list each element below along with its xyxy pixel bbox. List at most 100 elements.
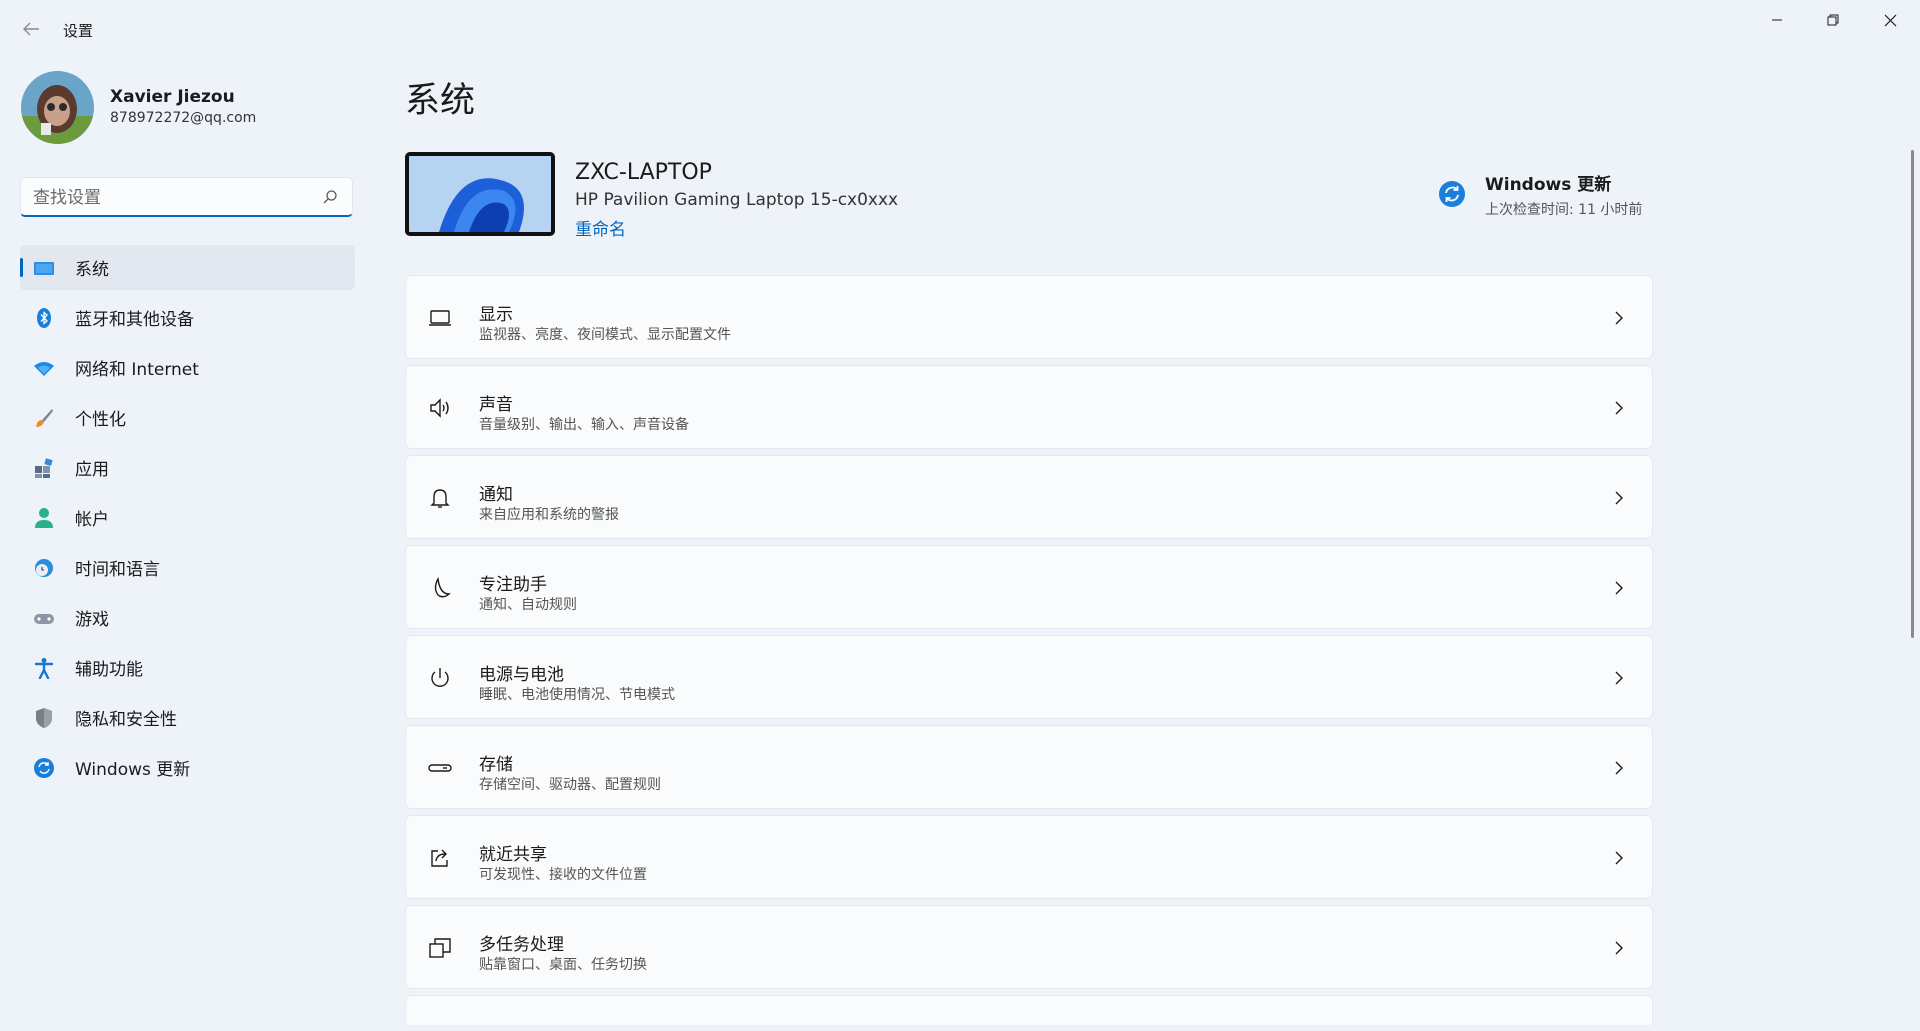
close-icon — [1884, 14, 1896, 26]
sidebar-item-windows-update[interactable]: Windows 更新 — [20, 745, 355, 790]
settings-card-storage[interactable]: 存储 存储空间、驱动器、配置规则 — [405, 725, 1653, 809]
sidebar-item-label: 帐户 — [75, 510, 109, 530]
sidebar-item-label: 时间和语言 — [75, 560, 160, 580]
bell-icon — [430, 489, 450, 508]
settings-card-display[interactable]: 显示 监视器、亮度、夜间模式、显示配置文件 — [405, 275, 1653, 359]
chevron-right-icon — [1615, 671, 1623, 685]
storage-icon — [428, 764, 452, 772]
device-name: ZXC-LAPTOP — [575, 160, 712, 185]
card-subtitle: 睡眠、电池使用情况、节电模式 — [479, 687, 675, 703]
settings-card-multitasking[interactable]: 多任务处理 贴靠窗口、桌面、任务切换 — [405, 905, 1653, 989]
settings-card-focus-assist[interactable]: 专注助手 通知、自动规则 — [405, 545, 1653, 629]
sidebar-item-label: 系统 — [75, 260, 109, 280]
windows-update-icon[interactable] — [1438, 180, 1466, 208]
sidebar-nav: 系统 蓝牙和其他设备 网络和 Internet 个性化 应用 帐户 时间和语言 … — [20, 245, 355, 795]
shield-icon — [33, 707, 55, 729]
sidebar-item-time-language[interactable]: 时间和语言 — [20, 545, 355, 590]
person-icon — [33, 507, 55, 529]
settings-card-power-battery[interactable]: 电源与电池 睡眠、电池使用情况、节电模式 — [405, 635, 1653, 719]
bluetooth-icon — [33, 307, 55, 329]
sync-icon — [33, 757, 55, 779]
sidebar-item-accounts[interactable]: 帐户 — [20, 495, 355, 540]
card-subtitle: 可发现性、接收的文件位置 — [479, 867, 647, 883]
card-title: 显示 — [479, 305, 513, 325]
accessibility-icon — [33, 657, 55, 679]
sidebar-item-label: Windows 更新 — [75, 760, 191, 780]
minimize-icon — [1772, 19, 1782, 21]
scrollbar-thumb[interactable] — [1911, 150, 1914, 638]
chevron-right-icon — [1615, 761, 1623, 775]
chevron-right-icon — [1615, 851, 1623, 865]
settings-card-notifications[interactable]: 通知 来自应用和系统的警报 — [405, 455, 1653, 539]
sidebar-item-gaming[interactable]: 游戏 — [20, 595, 355, 640]
sidebar-item-privacy[interactable]: 隐私和安全性 — [20, 695, 355, 740]
profile-email: 878972272@qq.com — [110, 110, 257, 126]
back-button[interactable] — [20, 18, 42, 40]
monitor-icon — [33, 257, 55, 279]
device-thumbnail — [405, 152, 555, 236]
profile-name: Xavier Jiezou — [110, 87, 235, 107]
card-title: 声音 — [479, 395, 513, 415]
device-model: HP Pavilion Gaming Laptop 15-cx0xxx — [575, 190, 899, 210]
sidebar-item-label: 应用 — [75, 460, 109, 480]
search-icon — [323, 190, 337, 204]
multitask-icon — [429, 938, 451, 958]
chevron-right-icon — [1615, 491, 1623, 505]
search-input[interactable] — [31, 178, 315, 218]
gamepad-icon — [33, 607, 55, 629]
settings-card-sound[interactable]: 声音 音量级别、输出、输入、声音设备 — [405, 365, 1653, 449]
sidebar-item-bluetooth[interactable]: 蓝牙和其他设备 — [20, 295, 355, 340]
moon-icon — [434, 576, 451, 598]
sidebar-item-apps[interactable]: 应用 — [20, 445, 355, 490]
sidebar-item-label: 蓝牙和其他设备 — [75, 310, 194, 330]
card-title: 通知 — [479, 485, 513, 505]
share-icon — [431, 849, 448, 867]
sidebar-item-label: 辅助功能 — [75, 660, 143, 680]
chevron-right-icon — [1615, 581, 1623, 595]
card-subtitle: 来自应用和系统的警报 — [479, 507, 619, 523]
restore-icon — [1827, 14, 1839, 26]
card-subtitle: 贴靠窗口、桌面、任务切换 — [479, 957, 647, 973]
sidebar-item-accessibility[interactable]: 辅助功能 — [20, 645, 355, 690]
wifi-icon — [33, 357, 55, 379]
arrow-left-icon — [23, 22, 39, 36]
avatar-image — [21, 71, 94, 144]
card-subtitle: 存储空间、驱动器、配置规则 — [479, 777, 661, 793]
card-title: 专注助手 — [479, 575, 547, 595]
globe-clock-icon — [33, 557, 55, 579]
title-bar: 设置 — [0, 0, 1920, 58]
close-button[interactable] — [1862, 0, 1918, 40]
card-subtitle: 监视器、亮度、夜间模式、显示配置文件 — [479, 327, 731, 343]
app-title: 设置 — [63, 22, 94, 40]
sidebar-item-network[interactable]: 网络和 Internet — [20, 345, 355, 390]
windows-update-title[interactable]: Windows 更新 — [1485, 170, 1611, 195]
chevron-right-icon — [1615, 941, 1623, 955]
sidebar-item-label: 游戏 — [75, 610, 109, 630]
rename-link[interactable]: 重命名 — [575, 215, 626, 240]
card-title: 就近共享 — [479, 845, 547, 865]
chevron-right-icon — [1615, 311, 1623, 325]
avatar[interactable] — [21, 71, 94, 144]
card-subtitle: 音量级别、输出、输入、声音设备 — [479, 417, 689, 433]
display-icon — [429, 310, 451, 326]
search-box[interactable] — [20, 177, 353, 218]
settings-list: 显示 监视器、亮度、夜间模式、显示配置文件 声音 音量级别、输出、输入、声音设备… — [405, 275, 1653, 1031]
sidebar-item-label: 隐私和安全性 — [75, 710, 177, 730]
speaker-icon — [430, 398, 449, 418]
restore-button[interactable] — [1805, 0, 1861, 40]
card-title: 多任务处理 — [479, 935, 564, 955]
settings-card-nearby-sharing[interactable]: 就近共享 可发现性、接收的文件位置 — [405, 815, 1653, 899]
page-title: 系统 — [405, 81, 476, 121]
windows-update-last-check: 上次检查时间: 11 小时前 — [1485, 202, 1643, 218]
card-subtitle: 通知、自动规则 — [479, 597, 577, 613]
power-icon — [431, 668, 449, 687]
sidebar-item-label: 网络和 Internet — [75, 360, 199, 380]
sidebar-item-label: 个性化 — [75, 410, 126, 430]
brush-icon — [33, 407, 55, 429]
card-title: 存储 — [479, 755, 513, 775]
sidebar-item-personalization[interactable]: 个性化 — [20, 395, 355, 440]
sidebar-item-system[interactable]: 系统 — [20, 245, 355, 290]
wallpaper-image — [409, 156, 551, 232]
card-title: 电源与电池 — [479, 665, 564, 685]
minimize-button[interactable] — [1749, 0, 1805, 40]
